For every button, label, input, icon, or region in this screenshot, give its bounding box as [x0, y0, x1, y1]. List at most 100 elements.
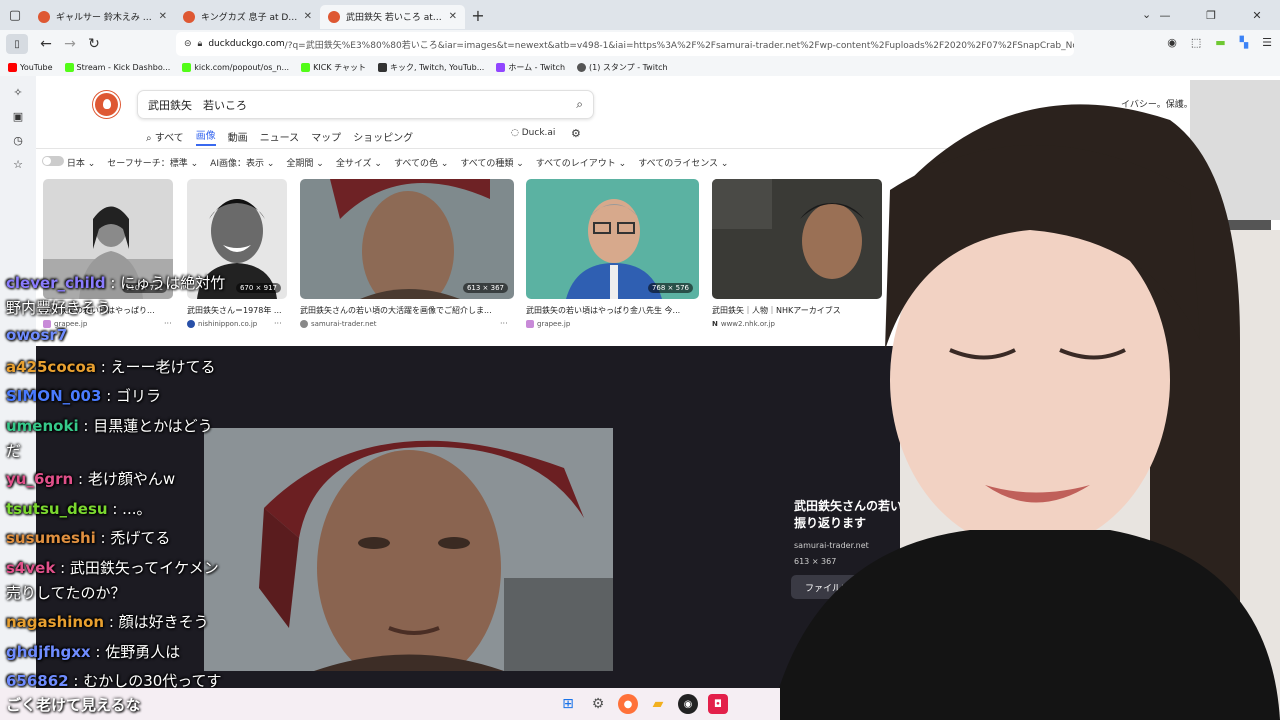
chat-text: 顔は好きそう — [118, 613, 209, 631]
result-source[interactable]: samurai-trader.net — [300, 320, 376, 328]
result-source[interactable]: Nwww2.nhk.or.jp — [712, 320, 775, 328]
ai-sparkle-icon[interactable]: ✧ — [0, 86, 36, 100]
source-label: grapee.jp — [537, 320, 571, 328]
result-caption[interactable]: 武田鉄矢さんの若い頃の大活躍を画像でご紹介しま... — [300, 305, 514, 316]
bookmark-youtube[interactable]: YouTube — [8, 62, 53, 72]
extension-blue-icon[interactable]: ▚ — [1240, 36, 1248, 49]
chat-message: owosr7 — [6, 326, 67, 344]
search-icon[interactable]: ⌕ — [576, 97, 583, 112]
chat-message-continuation: 売りしてたのか？ — [6, 584, 126, 602]
result-caption[interactable]: 武田鉄矢さん＝1978年 ... — [187, 305, 287, 316]
chat-message-continuation: だ — [6, 442, 22, 460]
menu-icon[interactable]: ☰ — [1262, 36, 1272, 49]
chat-text: 禿げてる — [110, 529, 171, 547]
settings-icon[interactable]: ⚙ — [588, 694, 608, 714]
tab-images[interactable]: 画像 — [195, 127, 216, 146]
new-tab-button[interactable]: + — [465, 6, 491, 25]
size-filter[interactable]: 全サイズ ⌄ — [336, 156, 382, 169]
chat-message-continuation: 野内豐好きそう — [6, 299, 112, 317]
tabs-sync-icon[interactable]: ▣ — [0, 110, 36, 124]
region-toggle[interactable] — [42, 155, 64, 166]
glasses-man-image — [526, 179, 699, 299]
bookmark-kick-dashboard[interactable]: Stream - Kick Dashbo... — [64, 62, 171, 72]
address-bar[interactable]: ⊝ 🔒︎ duckduckgo.com /?q=武田鉄矢%E3%80%80若いこ… — [176, 32, 1074, 56]
sidebar-toggle-icon[interactable]: ▯ — [6, 34, 28, 54]
time-filter[interactable]: 全期間 ⌄ — [286, 156, 323, 169]
selected-image-preview[interactable] — [204, 428, 613, 671]
layout-filter[interactable]: すべてのレイアウト ⌄ — [536, 156, 626, 169]
more-options-icon[interactable]: ··· — [500, 319, 508, 328]
extension-green-icon[interactable]: ▬ — [1215, 36, 1225, 49]
chat-message: tsutsu_desu : ...。 — [6, 500, 152, 518]
firefox-icon[interactable]: ● — [618, 694, 638, 714]
webcam-overlay — [770, 80, 1280, 720]
chat-icon: ◌ — [511, 128, 519, 138]
image-dimensions: 768 × 576 — [647, 283, 693, 293]
duck-ai-link[interactable]: ◌ Duck.ai — [511, 128, 555, 138]
chat-text: えーー老けてる — [110, 358, 216, 376]
type-filter[interactable]: すべての種類 ⌄ — [460, 156, 523, 169]
result-caption[interactable]: 武田鉄矢の若い頃はやっぱり金八先生 今... — [526, 305, 699, 316]
result-source[interactable]: nishinippon.co.jp — [187, 320, 257, 328]
source-label: www2.nhk.or.jp — [720, 320, 775, 328]
safesearch-filter[interactable]: セーフサーチ：標準 ⌄ — [107, 156, 198, 169]
image-result-4[interactable]: 768 × 576 — [526, 179, 699, 299]
search-query: 武田鉄矢 若いころ — [148, 98, 247, 112]
chat-text: 武田鉄矢ってイケメン — [69, 559, 219, 577]
close-tab-icon[interactable]: ✕ — [159, 11, 167, 22]
kick-icon — [64, 62, 74, 72]
settings-gear-icon[interactable]: ⚙ — [571, 127, 581, 140]
file-explorer-icon[interactable]: ▰ — [648, 694, 668, 714]
tab-3-active[interactable]: 武田鉄矢 若いころ at DuckDuck ✕ — [320, 4, 465, 29]
bookmark-multi[interactable]: キック, Twitch, YouTub... — [378, 62, 484, 73]
close-window-icon[interactable]: ✕ — [1234, 9, 1280, 22]
bookmark-kick-chat[interactable]: KICK チャット — [301, 62, 366, 73]
filter-label: すべてのレイアウト — [535, 158, 616, 169]
account-icon[interactable]: ◉ — [1167, 36, 1177, 49]
license-filter[interactable]: すべてのライセンス ⌄ — [638, 156, 728, 169]
bookmark-twitch-home[interactable]: ホーム - Twitch — [496, 62, 565, 73]
tab-videos[interactable]: 動画 — [228, 129, 248, 144]
app-red-icon[interactable]: ◘ — [708, 694, 728, 714]
chat-text: にゅうは絶対竹 — [120, 274, 226, 292]
chat-message: a425cocoa : えーー老けてる — [6, 358, 216, 376]
tab-overview-icon[interactable]: ▢ — [0, 0, 30, 30]
chat-text: 老け顔やんw — [87, 470, 176, 488]
tab-all[interactable]: ⌕ すべて — [146, 129, 184, 144]
search-input[interactable]: 武田鉄矢 若いころ ⌕ — [137, 90, 594, 119]
kick-icon — [301, 62, 311, 72]
chat-username: s4vek — [6, 559, 56, 577]
duckduckgo-favicon-icon — [183, 10, 195, 23]
result-source[interactable]: grapee.jp — [526, 320, 570, 328]
extensions-icon[interactable]: ⬚ — [1191, 36, 1201, 49]
close-tab-icon[interactable]: ✕ — [304, 11, 312, 22]
minimize-icon[interactable]: — — [1142, 9, 1188, 22]
history-icon[interactable]: ◷ — [0, 134, 36, 148]
tab-2[interactable]: キングカズ 息子 at DuckDuckGo ✕ — [175, 5, 320, 29]
more-options-icon[interactable]: ··· — [164, 319, 172, 328]
duckduckgo-logo[interactable] — [93, 91, 120, 118]
color-filter[interactable]: すべての色 ⌄ — [394, 156, 448, 169]
tab-1[interactable]: ギャルサー 鈴木えみ at DuckDuc ✕ — [30, 5, 175, 29]
forward-arrow-icon[interactable]: → — [58, 36, 82, 52]
chat-message: umenoki : 目黒蓮とかはどう — [6, 417, 213, 435]
windows-start-icon[interactable]: ⊞ — [558, 694, 578, 714]
close-tab-icon[interactable]: ✕ — [449, 11, 457, 22]
tab-maps[interactable]: マップ — [311, 129, 341, 144]
tab-news[interactable]: ニュース — [260, 129, 300, 144]
site-info-icon[interactable]: ⊝ — [184, 39, 192, 49]
more-options-icon[interactable]: ··· — [274, 319, 282, 328]
back-arrow-icon[interactable]: ← — [34, 36, 58, 52]
image-result-3[interactable]: 613 × 367 — [300, 179, 514, 299]
restore-icon[interactable]: ❐ — [1188, 9, 1234, 22]
obs-icon[interactable]: ◉ — [678, 694, 698, 714]
tab-shopping[interactable]: ショッピング — [353, 129, 413, 144]
bookmark-kick-popout[interactable]: kick.com/popout/os_n... — [182, 62, 289, 72]
bookmark-twitch-stamp[interactable]: (1) スタンプ - Twitch — [577, 62, 668, 73]
region-filter[interactable]: 日本 ⌄ — [42, 155, 95, 169]
ai-images-filter[interactable]: AI画像：表示 ⌄ — [210, 156, 274, 169]
chat-username: ghdjfhgxx — [6, 643, 91, 661]
reload-icon[interactable]: ↻ — [82, 36, 106, 52]
bookmarks-star-icon[interactable]: ☆ — [0, 158, 36, 172]
bookmark-label: Stream - Kick Dashbo... — [76, 62, 171, 72]
